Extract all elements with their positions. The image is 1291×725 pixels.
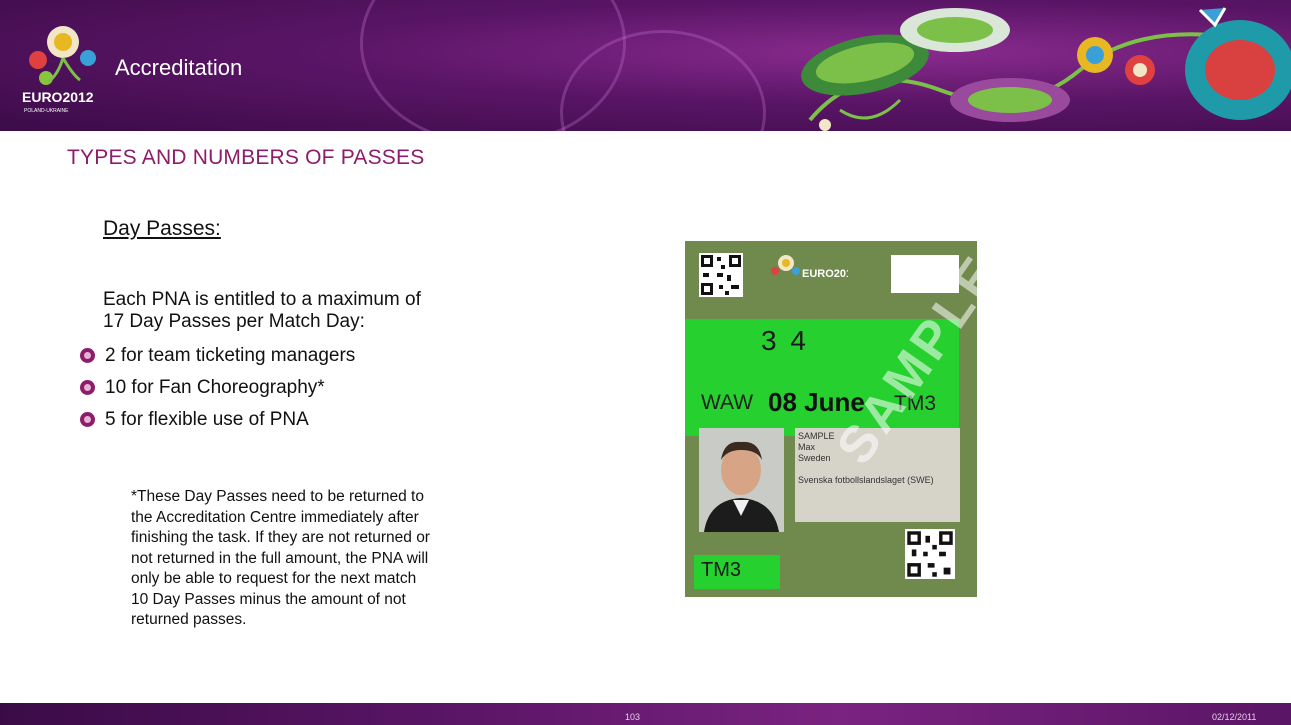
- pass-category-bottom: TM3: [701, 559, 741, 581]
- euro2012-logo: EURO2012 POLAND-UKRAINE: [22, 26, 96, 114]
- accreditation-pass-image: EURO2012 3 4 WAW 08 June TM3 SAMPLE Max …: [685, 241, 1011, 597]
- bullet-text: 10 for Fan Choreography*: [105, 377, 325, 398]
- qr-code-icon: [699, 253, 743, 297]
- list-item: 10 for Fan Choreography*: [80, 377, 355, 409]
- page-number: 103: [625, 712, 641, 722]
- holder-photo: [699, 428, 784, 532]
- qr-code-icon: [905, 529, 955, 579]
- holder-organisation: Svenska fotbollslandslaget (SWE): [798, 475, 934, 485]
- bullet-list: 2 for team ticketing managers 10 for Fan…: [80, 345, 355, 441]
- pass-euro2012-logo: EURO2012: [771, 255, 848, 280]
- bullet-text: 5 for flexible use of PNA: [105, 409, 309, 430]
- section-title: TYPES AND NUMBERS OF PASSES: [67, 146, 425, 169]
- bullet-text: 2 for team ticketing managers: [105, 345, 356, 366]
- pass-logo-text: EURO2012: [802, 268, 848, 280]
- intro-text: Each PNA is entitled to a maximum of 17 …: [103, 289, 421, 332]
- footer-bar: [0, 703, 1291, 725]
- header-banner: EURO2012 POLAND-UKRAINE Accreditation: [0, 0, 1291, 131]
- bullet-icon: [80, 412, 95, 427]
- pass-number: 3 4: [761, 325, 809, 356]
- footnote-text: *These Day Passes need to be returned to…: [131, 488, 430, 628]
- holder-first-name: Max: [798, 442, 816, 452]
- logo-subtext: POLAND-UKRAINE: [24, 108, 69, 114]
- logo-text: EURO2012: [22, 89, 94, 105]
- bullet-icon: [80, 380, 95, 395]
- stadium-flowers-illustration: [801, 7, 1291, 131]
- footer-date: 02/12/2011: [1212, 712, 1257, 722]
- slide: EURO2012 POLAND-UKRAINE Accreditation TY…: [0, 0, 1291, 725]
- list-item: 5 for flexible use of PNA: [80, 409, 355, 441]
- subheading-day-passes: Day Passes:: [103, 217, 221, 240]
- bullet-icon: [80, 348, 95, 363]
- pass-venue: WAW: [701, 391, 754, 414]
- holder-country: Sweden: [798, 453, 831, 463]
- list-item: 2 for team ticketing managers: [80, 345, 355, 377]
- header-title: Accreditation: [115, 55, 243, 80]
